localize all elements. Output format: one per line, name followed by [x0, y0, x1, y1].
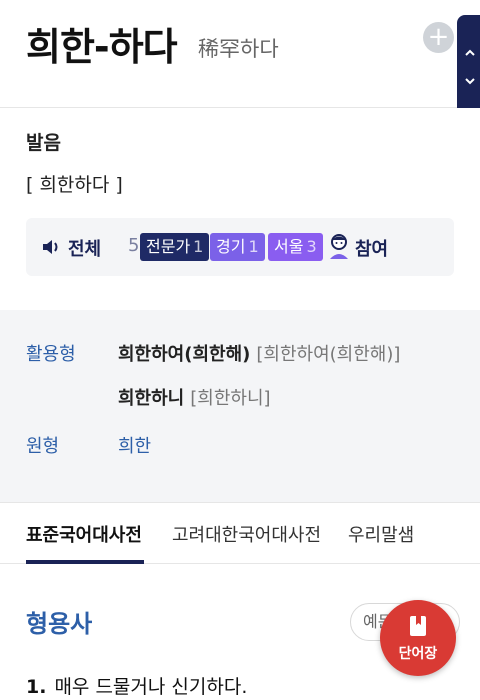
pronunciation-title: 발음: [26, 132, 61, 154]
conjugation-form: 희한하여(희한해): [118, 344, 251, 365]
chip-gyeonggi[interactable]: 경기 1: [210, 233, 265, 261]
part-of-speech: 형용사: [26, 610, 93, 638]
join-label[interactable]: 참여: [355, 235, 388, 261]
chevron-up-icon[interactable]: [464, 47, 476, 59]
all-votes-label[interactable]: 전체: [68, 235, 101, 261]
wordbook-label: 단어장: [398, 646, 438, 662]
entry-word: 희한-하다: [26, 25, 178, 69]
tab-urimalsaem[interactable]: 우리말샘: [348, 521, 414, 547]
chevron-down-icon[interactable]: [464, 75, 476, 87]
entry-hanja: 稀罕하다: [198, 37, 279, 61]
conjugation-pron: [희한하니]: [190, 388, 271, 409]
pronunciation-value: [ 희한하다 ]: [26, 174, 123, 196]
definition-number: 1.: [26, 676, 47, 698]
base-form-link[interactable]: 희한: [118, 432, 151, 458]
bookmark-icon: [410, 616, 426, 636]
conjugation-item: 희한하니 [희한하니]: [118, 384, 271, 410]
tab-standard-dictionary[interactable]: 표준국어대사전: [26, 521, 142, 547]
conjugation-item: 희한하여(희한해) [희한하여(희한해)]: [118, 340, 400, 366]
pronunciation-votes: 전체 5 전문가 1 경기 1 서울 3 참여: [26, 218, 454, 276]
chip-count: 1: [248, 237, 259, 256]
wordbook-button[interactable]: 단어장: [380, 600, 456, 676]
chip-expert[interactable]: 전문가 1: [140, 233, 210, 261]
dictionary-tabs: 표준국어대사전 고려대한국어대사전 우리말샘: [0, 502, 480, 564]
forms-section: 활용형 희한하여(희한해) [희한하여(희한해)] 희한하니 [희한하니] 원형 희…: [0, 310, 480, 502]
conjugation-pron: [희한하여(희한해)]: [256, 344, 401, 365]
chip-count: 3: [306, 237, 317, 256]
speaker-icon[interactable]: [40, 236, 62, 258]
chip-label: 서울: [274, 237, 304, 256]
pronunciation-section: 발음 [ 희한하다 ] 전체 5 전문가 1 경기 1 서울 3 참여: [0, 108, 480, 310]
plus-circle-icon[interactable]: +: [423, 22, 454, 53]
chip-count: 1: [193, 237, 204, 256]
chip-seoul[interactable]: 서울 3: [268, 233, 323, 261]
base-form-label: 원형: [26, 436, 60, 457]
definition-item: 1. 매우 드물거나 신기하다.: [26, 672, 247, 699]
chip-label: 전문가: [146, 237, 191, 256]
all-votes-count: 5: [128, 235, 140, 256]
tab-korea-university-dictionary[interactable]: 고려대한국어대사전: [172, 521, 321, 547]
definition-text: 매우 드물거나 신기하다.: [54, 676, 248, 698]
entry-header: 희한-하다 稀罕하다 +: [0, 0, 480, 108]
chip-label: 경기: [216, 237, 246, 256]
active-tab-indicator: [26, 560, 144, 564]
conjugation-label: 활용형: [26, 344, 76, 365]
person-icon[interactable]: [327, 232, 351, 260]
conjugation-form: 희한하니: [118, 388, 185, 409]
